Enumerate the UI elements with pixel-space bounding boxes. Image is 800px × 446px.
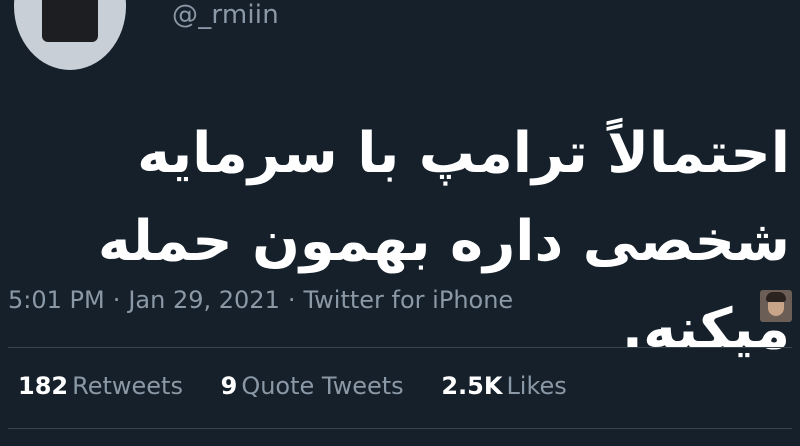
tweet-date[interactable]: Jan 29, 2021: [128, 286, 280, 314]
liker-avatar-hair: [766, 292, 786, 302]
quote-tweets-stat[interactable]: 9 Quote Tweets: [221, 372, 404, 400]
likes-count: 2.5K: [441, 372, 503, 400]
author-avatar[interactable]: [14, 0, 126, 70]
author-handle[interactable]: @_rmiin: [172, 0, 279, 30]
retweets-label: Retweets: [72, 372, 183, 400]
retweets-stat[interactable]: 182 Retweets: [18, 372, 183, 400]
meta-separator: ·: [287, 286, 296, 314]
divider: [8, 347, 792, 348]
tweet-text: احتمالاً ترامپ با سرمایه شخصی داره بهمون…: [97, 121, 790, 362]
tweet-meta: 5:01 PM · Jan 29, 2021 · Twitter for iPhone: [8, 286, 513, 314]
tweet-time[interactable]: 5:01 PM: [8, 286, 105, 314]
liker-avatar[interactable]: [760, 290, 792, 322]
avatar-figure: [42, 0, 98, 42]
retweets-count: 182: [18, 372, 69, 400]
quote-tweets-label: Quote Tweets: [241, 372, 404, 400]
quote-tweets-count: 9: [220, 372, 238, 400]
engagement-stats: 182 Retweets 9 Quote Tweets 2.5K Likes: [18, 372, 597, 400]
likes-stat[interactable]: 2.5K Likes: [441, 372, 566, 400]
divider: [8, 428, 792, 429]
meta-separator: ·: [112, 286, 121, 314]
likes-label: Likes: [506, 372, 567, 400]
tweet-source[interactable]: Twitter for iPhone: [303, 286, 513, 314]
